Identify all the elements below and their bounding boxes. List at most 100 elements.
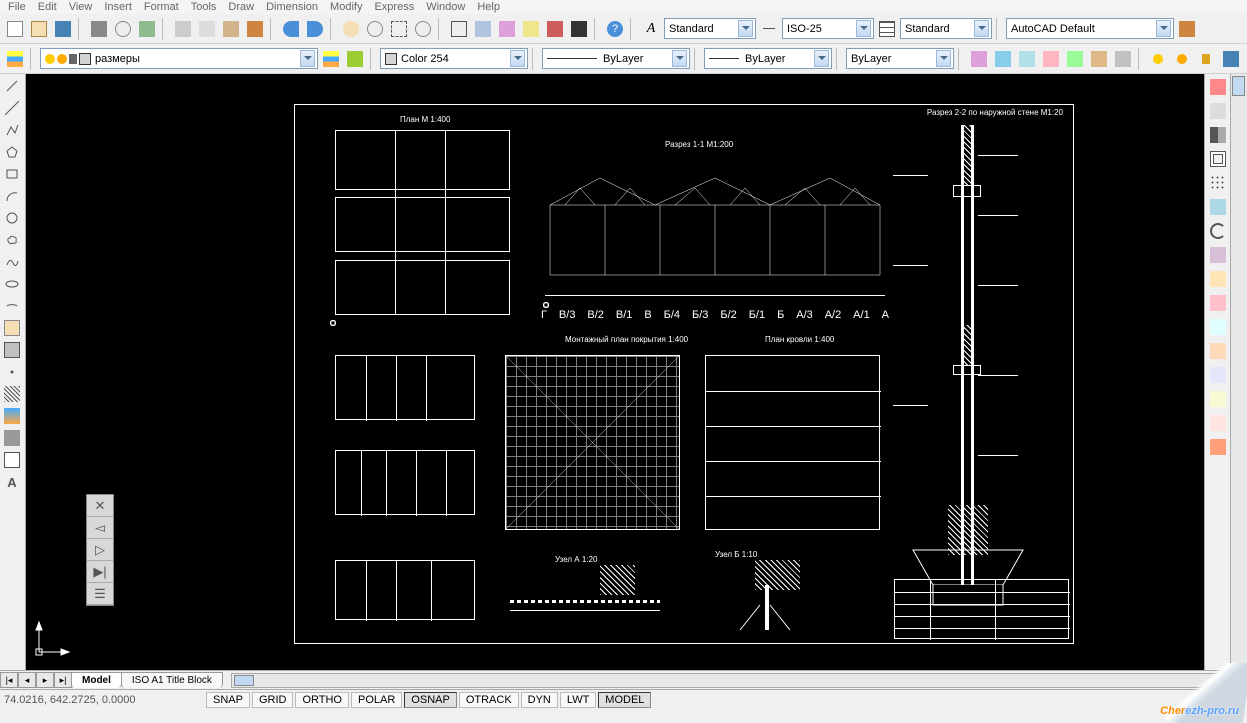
plot-edit-icon[interactable]: [1176, 18, 1198, 40]
scale-tool[interactable]: [1207, 244, 1229, 266]
properties-button[interactable]: [448, 18, 470, 40]
layer-match-button[interactable]: [1064, 48, 1086, 70]
menu-help[interactable]: Help: [477, 1, 500, 13]
circle-tool[interactable]: [2, 208, 22, 228]
lock2-icon[interactable]: [1196, 48, 1218, 70]
zoom-prev-button[interactable]: [412, 18, 434, 40]
nav-back-button[interactable]: ◅: [87, 517, 113, 539]
layer-prev-button[interactable]: [344, 48, 366, 70]
make-current-button[interactable]: [968, 48, 990, 70]
move-tool[interactable]: [1207, 196, 1229, 218]
nav-play-button[interactable]: ▷: [87, 539, 113, 561]
toggle-ortho[interactable]: ORTHO: [295, 692, 349, 708]
toggle-lwt[interactable]: LWT: [560, 692, 596, 708]
menu-file[interactable]: File: [8, 1, 26, 13]
zoom-window-button[interactable]: [388, 18, 410, 40]
table-style-dropdown[interactable]: Standard: [900, 18, 992, 39]
dim-style-dropdown[interactable]: ISO-25: [782, 18, 874, 39]
tab-layout1[interactable]: ISO A1 Title Block: [121, 672, 223, 688]
new-button[interactable]: [4, 18, 26, 40]
menu-format[interactable]: Format: [144, 1, 179, 13]
ellipse-arc-tool[interactable]: [2, 296, 22, 316]
match-button[interactable]: [244, 18, 266, 40]
toggle-dyn[interactable]: DYN: [521, 692, 558, 708]
linetype-dropdown[interactable]: ByLayer: [542, 48, 690, 69]
table-style-icon[interactable]: [876, 18, 898, 40]
tab-model[interactable]: Model: [71, 672, 122, 688]
insert-tool[interactable]: [2, 318, 22, 338]
xline-tool[interactable]: [2, 98, 22, 118]
copy-button[interactable]: [196, 18, 218, 40]
color-dropdown[interactable]: Color 254: [380, 48, 528, 69]
tab-first-button[interactable]: |◂: [0, 672, 18, 688]
design-center-button[interactable]: [472, 18, 494, 40]
polygon-tool[interactable]: [2, 142, 22, 162]
erase-tool[interactable]: [1207, 76, 1229, 98]
help-button[interactable]: ?: [604, 18, 626, 40]
menu-window[interactable]: Window: [426, 1, 465, 13]
ellipse-tool[interactable]: [2, 274, 22, 294]
layer-freeze-button[interactable]: [1016, 48, 1038, 70]
copy-tool[interactable]: [1207, 100, 1229, 122]
dim-style-icon[interactable]: [758, 18, 780, 40]
layer-manager-button[interactable]: [4, 48, 26, 70]
join-tool[interactable]: [1207, 364, 1229, 386]
sheet-set-button[interactable]: [520, 18, 542, 40]
arc-tool[interactable]: [2, 186, 22, 206]
sun2-icon[interactable]: [1172, 48, 1194, 70]
undo-button[interactable]: [280, 18, 302, 40]
chamfer-tool[interactable]: [1207, 388, 1229, 410]
fillet-tool[interactable]: [1207, 412, 1229, 434]
layer-dropdown[interactable]: размеры: [40, 48, 318, 69]
array-tool[interactable]: [1207, 172, 1229, 194]
region-tool[interactable]: [2, 428, 22, 448]
lineweight-dropdown[interactable]: ByLayer: [704, 48, 832, 69]
save-button[interactable]: [52, 18, 74, 40]
nav-list-button[interactable]: ☰: [87, 583, 113, 605]
bulb2-icon[interactable]: [1148, 48, 1170, 70]
horizontal-scrollbar[interactable]: [231, 673, 1247, 688]
menu-edit[interactable]: Edit: [38, 1, 57, 13]
nav-close-button[interactable]: ✕: [87, 495, 113, 517]
open-button[interactable]: [28, 18, 50, 40]
menu-express[interactable]: Express: [374, 1, 414, 13]
extend-tool[interactable]: [1207, 316, 1229, 338]
nav-step-button[interactable]: ▶|: [87, 561, 113, 583]
rotate-tool[interactable]: [1207, 220, 1229, 242]
trim-tool[interactable]: [1207, 292, 1229, 314]
spline-tool[interactable]: [2, 252, 22, 272]
toggle-grid[interactable]: GRID: [252, 692, 294, 708]
drawing-canvas[interactable]: План М 1:400 Разрез 1-1 М1:200: [26, 74, 1204, 670]
gradient-tool[interactable]: [2, 406, 22, 426]
paste-button[interactable]: [220, 18, 242, 40]
markup-button[interactable]: [544, 18, 566, 40]
publish-button[interactable]: [136, 18, 158, 40]
plotstyle-dropdown[interactable]: ByLayer: [846, 48, 954, 69]
table-tool[interactable]: [2, 450, 22, 470]
toggle-model[interactable]: MODEL: [598, 692, 651, 708]
mirror-tool[interactable]: [1207, 124, 1229, 146]
block-tool[interactable]: [2, 340, 22, 360]
line-tool[interactable]: [2, 76, 22, 96]
preview-button[interactable]: [112, 18, 134, 40]
plot-button[interactable]: [88, 18, 110, 40]
text-style-dropdown[interactable]: Standard: [664, 18, 756, 39]
layer-states-button[interactable]: [320, 48, 342, 70]
tab-last-button[interactable]: ▸|: [54, 672, 72, 688]
layer-walk-button[interactable]: [1088, 48, 1110, 70]
pan-button[interactable]: [340, 18, 362, 40]
menu-modify[interactable]: Modify: [330, 1, 362, 13]
tool-palettes-button[interactable]: [496, 18, 518, 40]
hatch-tool[interactable]: [2, 384, 22, 404]
tab-prev-button[interactable]: ◂: [18, 672, 36, 688]
redo-button[interactable]: [304, 18, 326, 40]
plot-style-dropdown[interactable]: AutoCAD Default: [1006, 18, 1174, 39]
toggle-osnap[interactable]: OSNAP: [404, 692, 457, 708]
revcloud-tool[interactable]: [2, 230, 22, 250]
menu-view[interactable]: View: [69, 1, 93, 13]
explode-tool[interactable]: [1207, 436, 1229, 458]
zoom-realtime-button[interactable]: [364, 18, 386, 40]
text-style-icon[interactable]: A: [640, 18, 662, 40]
toggle-otrack[interactable]: OTRACK: [459, 692, 519, 708]
toggle-snap[interactable]: SNAP: [206, 692, 250, 708]
